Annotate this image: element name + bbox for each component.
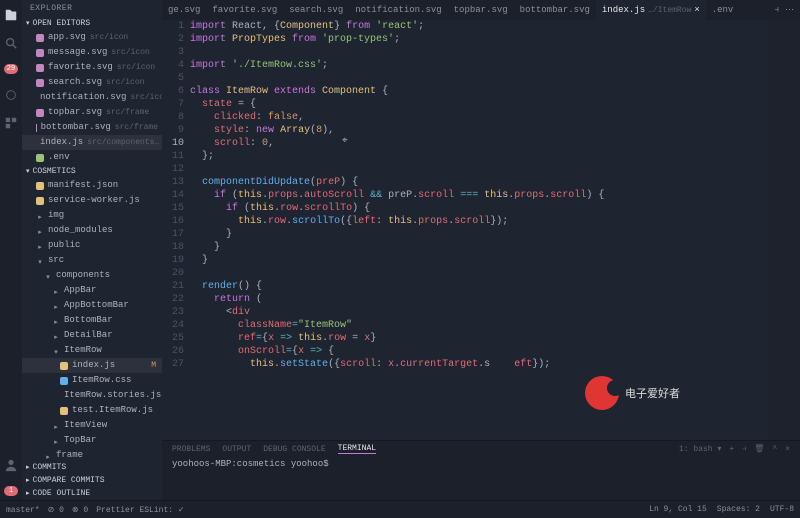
sidebar: EXPLORER OPEN EDITORS app.svg src/iconme… xyxy=(22,0,162,500)
editor[interactable]: 1234567891011121314151617181920212223242… xyxy=(162,20,800,440)
explorer-title: EXPLORER xyxy=(22,0,162,17)
editor-tab[interactable]: ge.svg xyxy=(162,0,206,20)
panel-tab[interactable]: TERMINAL xyxy=(338,444,376,454)
panel-tab[interactable]: PROBLEMS xyxy=(172,445,210,454)
editor-tab[interactable]: favorite.svg xyxy=(206,0,283,20)
maximize-icon[interactable]: ^ xyxy=(772,445,777,454)
section-outline[interactable]: CODE OUTLINE xyxy=(22,487,162,500)
code-area[interactable]: import React, {Component} from 'react';i… xyxy=(190,20,768,440)
status-item[interactable]: ⊗ 0 xyxy=(72,506,88,515)
open-editor-item[interactable]: message.svg src/icon xyxy=(22,45,162,60)
panel-tab[interactable]: DEBUG CONSOLE xyxy=(263,445,325,454)
editor-tab[interactable]: notification.svg xyxy=(349,0,447,20)
open-editor-item[interactable]: app.svg src/icon xyxy=(22,30,162,45)
status-bar: master* ⊘ 0 ⊗ 0 Prettier ESLint: ✓ Ln 9, Co… xyxy=(0,500,800,518)
tree-item[interactable]: src xyxy=(22,253,162,268)
open-editor-item[interactable]: .env xyxy=(22,150,162,165)
more-icon[interactable]: ⋯ xyxy=(785,5,794,15)
editor-tab[interactable]: topbar.svg xyxy=(448,0,514,20)
tree-item[interactable]: AppBar xyxy=(22,283,162,298)
terminal-body[interactable]: yoohoos-MBP:cosmetics yoohoo$ xyxy=(162,457,800,471)
split-terminal-icon[interactable]: ⫞ xyxy=(742,445,746,454)
open-editor-item[interactable]: bottombar.svg src/frame xyxy=(22,120,162,135)
open-editor-item[interactable]: favorite.svg src/icon xyxy=(22,60,162,75)
open-editor-item[interactable]: notification.svg src/icon xyxy=(22,90,162,105)
editor-tab[interactable]: search.svg xyxy=(283,0,349,20)
tree-item[interactable]: index.jsM xyxy=(22,358,162,373)
tree-item[interactable]: ItemRow.stories.js xyxy=(22,388,162,403)
tree-item[interactable]: img xyxy=(22,208,162,223)
editor-tab[interactable]: bottombar.svg xyxy=(514,0,596,20)
tree-item[interactable]: TopBar xyxy=(22,433,162,448)
trash-icon[interactable]: 🗑 xyxy=(754,444,764,454)
gutter: 1234567891011121314151617181920212223242… xyxy=(162,20,190,440)
panel: PROBLEMS OUTPUT DEBUG CONSOLE TERMINAL 1: ba… xyxy=(162,440,800,500)
section-project[interactable]: COSMETICS xyxy=(22,165,162,178)
status-item[interactable]: UTF-8 xyxy=(770,505,794,514)
open-editor-item[interactable]: index.js src/components…M xyxy=(22,135,162,150)
tree-item[interactable]: ItemRow xyxy=(22,343,162,358)
tree-item[interactable]: public xyxy=(22,238,162,253)
tree-item[interactable]: ItemRow.css xyxy=(22,373,162,388)
add-terminal-icon[interactable]: + xyxy=(729,445,734,454)
tree-item[interactable]: ItemView xyxy=(22,418,162,433)
activity-bar: 29 1 xyxy=(0,0,22,500)
tree-item[interactable]: frame xyxy=(22,448,162,461)
open-editor-item[interactable]: search.svg src/icon xyxy=(22,75,162,90)
tree-item[interactable]: service-worker.js xyxy=(22,193,162,208)
status-item[interactable]: ⊘ 0 xyxy=(48,506,64,515)
panel-tab[interactable]: OUTPUT xyxy=(222,445,251,454)
settings-badge[interactable]: 1 xyxy=(4,486,18,496)
close-panel-icon[interactable]: × xyxy=(785,445,790,454)
account-icon[interactable] xyxy=(4,458,18,472)
status-item[interactable]: Spaces: 2 xyxy=(717,505,760,514)
status-item[interactable]: Prettier ESLint: ✓ xyxy=(96,506,184,515)
status-item[interactable]: master* xyxy=(6,506,40,515)
split-icon[interactable]: ⫞ xyxy=(774,5,779,15)
tree-item[interactable]: AppBottomBar xyxy=(22,298,162,313)
cursor-icon: ⌖ xyxy=(342,135,348,147)
tab-bar: ge.svgfavorite.svgsearch.svgnotification… xyxy=(162,0,800,20)
terminal-picker[interactable]: 1: bash ▾ xyxy=(679,444,721,454)
explorer-icon[interactable] xyxy=(4,8,18,22)
editor-group: ge.svgfavorite.svgsearch.svgnotification… xyxy=(162,0,800,500)
close-icon[interactable]: × xyxy=(694,5,699,15)
section-commits[interactable]: COMMITS xyxy=(22,461,162,474)
section-compare[interactable]: COMPARE COMMITS xyxy=(22,474,162,487)
editor-tab[interactable]: .env xyxy=(706,0,740,20)
open-editor-item[interactable]: topbar.svg src/frame xyxy=(22,105,162,120)
status-item[interactable]: Ln 9, Col 15 xyxy=(649,505,707,514)
tree-item[interactable]: components xyxy=(22,268,162,283)
tree-item[interactable]: test.ItemRow.js xyxy=(22,403,162,418)
tree-item[interactable]: manifest.json xyxy=(22,178,162,193)
debug-icon[interactable] xyxy=(4,88,18,102)
tree-item[interactable]: BottomBar xyxy=(22,313,162,328)
tree-item[interactable]: node_modules xyxy=(22,223,162,238)
search-icon[interactable] xyxy=(4,36,18,50)
section-open-editors[interactable]: OPEN EDITORS xyxy=(22,17,162,30)
ext-icon[interactable] xyxy=(4,116,18,130)
minimap[interactable] xyxy=(768,20,800,440)
tree-item[interactable]: DetailBar xyxy=(22,328,162,343)
panel-tabs: PROBLEMS OUTPUT DEBUG CONSOLE TERMINAL 1: ba… xyxy=(162,441,800,457)
scm-badge[interactable]: 29 xyxy=(4,64,18,74)
editor-tab[interactable]: index.js…/ItemRow× xyxy=(596,0,706,20)
